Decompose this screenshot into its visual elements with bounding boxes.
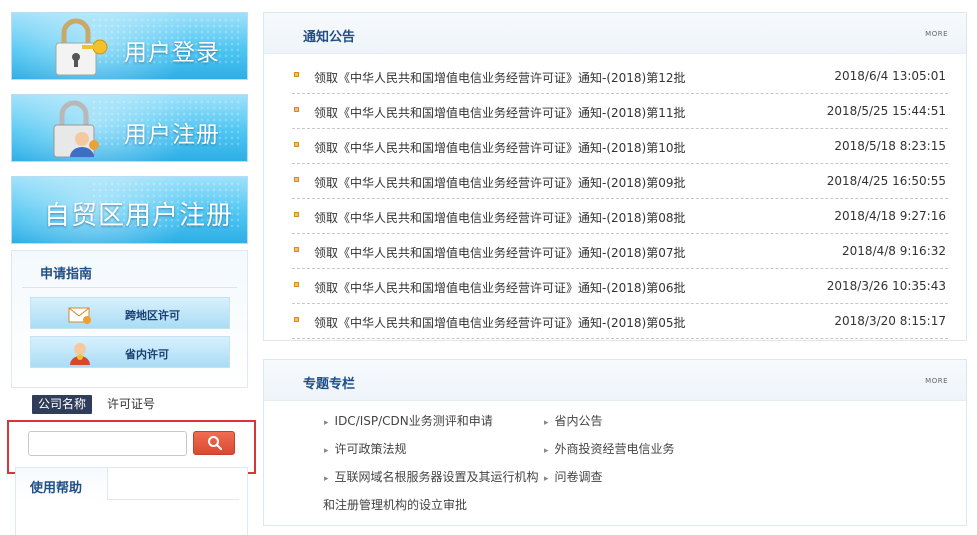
- arrow-right-icon: ▸: [324, 418, 329, 428]
- arrow-right-icon: ▸: [544, 474, 549, 484]
- topic-link[interactable]: ▸ 问卷调查: [544, 468, 603, 485]
- user-badge-icon: [70, 343, 90, 365]
- topic-link[interactable]: ▸ 外商投资经营电信业务: [544, 440, 675, 457]
- notice-item-title[interactable]: 领取《中华人民共和国增值电信业务经营许可证》通知-(2018)第08批: [314, 209, 686, 226]
- envelope-icon: [68, 307, 91, 324]
- special-more-link[interactable]: MORE: [925, 377, 948, 385]
- topic-link-continuation[interactable]: 和注册管理机构的设立审批: [323, 496, 467, 513]
- arrow-right-icon: ▸: [544, 446, 549, 456]
- usage-help-title: 使用帮助: [30, 481, 83, 496]
- topic-link[interactable]: ▸ 省内公告: [544, 412, 603, 429]
- user-register-label: 用户注册: [124, 122, 220, 148]
- bullet-icon: [294, 282, 299, 287]
- notice-item-date: 2018/5/25 15:44:51: [826, 104, 946, 118]
- list-item[interactable]: 领取《中华人民共和国增值电信业务经营许可证》通知-(2018)第05批 2018…: [292, 304, 948, 339]
- list-item[interactable]: 领取《中华人民共和国增值电信业务经营许可证》通知-(2018)第12批 2018…: [292, 59, 948, 94]
- company-search-area: 公司名称 许可证号: [7, 395, 256, 474]
- ftz-user-register-banner[interactable]: 自贸区用户注册: [11, 176, 248, 244]
- application-guide-panel: 申请指南 跨地区许可 省内许可: [11, 250, 248, 388]
- list-item[interactable]: 领取《中华人民共和国增值电信业务经营许可证》通知-(2018)第07批 2018…: [292, 234, 948, 269]
- notice-panel: 通知公告 MORE 领取《中华人民共和国增值电信业务经营许可证》通知-(2018…: [263, 12, 967, 341]
- lock-user-icon: [53, 100, 99, 158]
- arrow-right-icon: ▸: [324, 474, 329, 484]
- topic-link[interactable]: ▸ 许可政策法规: [324, 440, 407, 457]
- notice-item-title[interactable]: 领取《中华人民共和国增值电信业务经营许可证》通知-(2018)第09批: [314, 174, 686, 191]
- notice-item-date: 2018/4/8 9:16:32: [842, 244, 946, 258]
- search-highlight-box: [7, 420, 256, 474]
- special-topics-header: 专题专栏 MORE: [264, 360, 966, 401]
- bullet-icon: [294, 247, 299, 252]
- divider: [108, 499, 239, 500]
- list-item[interactable]: 领取《中华人民共和国增值电信业务经营许可证》通知-(2018)第09批 2018…: [292, 164, 948, 199]
- tab-license-number[interactable]: 许可证号: [107, 395, 155, 414]
- notice-item-date: 2018/4/18 9:27:16: [834, 209, 946, 223]
- notice-item-date: 2018/3/26 10:35:43: [826, 279, 946, 293]
- bullet-icon: [294, 107, 299, 112]
- special-topics-title: 专题专栏: [303, 377, 356, 392]
- notice-item-title[interactable]: 领取《中华人民共和国增值电信业务经营许可证》通知-(2018)第11批: [314, 104, 686, 121]
- cross-region-license-button[interactable]: 跨地区许可: [30, 297, 230, 329]
- notice-more-link[interactable]: MORE: [925, 30, 948, 38]
- ftz-user-register-label: 自贸区用户注册: [44, 201, 234, 231]
- divider: [22, 287, 237, 288]
- topic-link[interactable]: ▸ IDC/ISP/CDN业务测评和申请: [324, 412, 493, 429]
- topic-link-label: 互联网域名根服务器设置及其运行机构: [334, 470, 539, 484]
- topic-link-label: 许可政策法规: [334, 442, 407, 456]
- user-login-banner[interactable]: 用户登录: [11, 12, 248, 80]
- bullet-icon: [294, 317, 299, 322]
- arrow-right-icon: ▸: [544, 418, 549, 428]
- usage-help-panel: 使用帮助: [15, 467, 248, 535]
- notice-panel-header: 通知公告 MORE: [264, 13, 966, 54]
- bullet-icon: [294, 72, 299, 77]
- notice-item-title[interactable]: 领取《中华人民共和国增值电信业务经营许可证》通知-(2018)第06批: [314, 279, 686, 296]
- application-guide-title: 申请指南: [40, 267, 93, 282]
- list-item[interactable]: 领取《中华人民共和国增值电信业务经营许可证》通知-(2018)第10批 2018…: [292, 129, 948, 164]
- topic-link-label: 问卷调查: [554, 470, 603, 484]
- user-register-banner[interactable]: 用户注册: [11, 94, 248, 162]
- bullet-icon: [294, 142, 299, 147]
- notice-item-title[interactable]: 领取《中华人民共和国增值电信业务经营许可证》通知-(2018)第10批: [314, 139, 686, 156]
- special-topics-panel: 专题专栏 MORE ▸ IDC/ISP/CDN业务测评和申请 ▸ 许可政策法规 ▸ 互…: [263, 359, 967, 526]
- topic-link-label: 外商投资经营电信业务: [554, 442, 675, 456]
- cross-region-license-label: 跨地区许可: [125, 309, 180, 322]
- lock-key-icon: [55, 18, 108, 76]
- topic-link[interactable]: ▸ 互联网域名根服务器设置及其运行机构: [324, 468, 539, 485]
- notice-item-title[interactable]: 领取《中华人民共和国增值电信业务经营许可证》通知-(2018)第05批: [314, 314, 686, 331]
- list-item[interactable]: 领取《中华人民共和国增值电信业务经营许可证》通知-(2018)第06批 2018…: [292, 269, 948, 304]
- notice-item-date: 2018/4/25 16:50:55: [826, 174, 946, 188]
- list-item[interactable]: 领取《中华人民共和国增值电信业务经营许可证》通知-(2018)第11批 2018…: [292, 94, 948, 129]
- arrow-right-icon: ▸: [324, 446, 329, 456]
- search-button[interactable]: [193, 431, 235, 455]
- tab-company-name[interactable]: 公司名称: [32, 395, 93, 414]
- usage-help-tab[interactable]: 使用帮助: [16, 468, 108, 500]
- user-login-label: 用户登录: [124, 40, 220, 66]
- search-tabs: 公司名称 许可证号: [11, 395, 251, 415]
- list-item[interactable]: 领取《中华人民共和国增值电信业务经营许可证》通知-(2018)第08批 2018…: [292, 199, 948, 234]
- topic-link-label: 省内公告: [554, 414, 603, 428]
- search-input[interactable]: [28, 431, 187, 456]
- search-icon: [208, 436, 223, 451]
- notice-item-title[interactable]: 领取《中华人民共和国增值电信业务经营许可证》通知-(2018)第07批: [314, 244, 686, 261]
- notice-item-date: 2018/5/18 8:23:15: [834, 139, 946, 153]
- bullet-icon: [294, 177, 299, 182]
- in-province-license-label: 省内许可: [125, 348, 169, 361]
- notice-item-date: 2018/6/4 13:05:01: [834, 69, 946, 83]
- left-sidebar: 用户登录 用户注册 自贸区用户注册 申请指南 跨地区许可 省内许可 公司名称 许…: [7, 12, 256, 535]
- topic-link-label: IDC/ISP/CDN业务测评和申请: [334, 414, 493, 428]
- notice-item-title[interactable]: 领取《中华人民共和国增值电信业务经营许可证》通知-(2018)第12批: [314, 69, 686, 86]
- notice-title: 通知公告: [303, 30, 356, 45]
- notice-item-date: 2018/3/20 8:15:17: [834, 314, 946, 328]
- bullet-icon: [294, 212, 299, 217]
- notice-list: 领取《中华人民共和国增值电信业务经营许可证》通知-(2018)第12批 2018…: [292, 59, 948, 339]
- in-province-license-button[interactable]: 省内许可: [30, 336, 230, 368]
